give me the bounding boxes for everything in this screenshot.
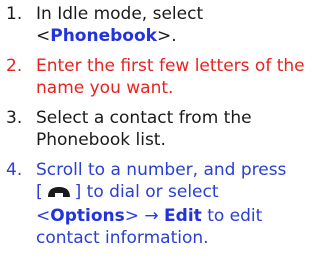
step-3: 3. Select a contact from the Phonebook l… — [6, 107, 321, 151]
step-1: 1. In Idle mode, select <Phonebook>. — [6, 3, 321, 47]
step-text-part1: Scroll to a number, and press — [36, 160, 287, 180]
call-key-icon — [47, 183, 71, 205]
step-number: 2. — [6, 56, 23, 76]
step-text-after: >. — [156, 26, 177, 46]
instruction-list: 1. In Idle mode, select <Phonebook>. 2. … — [6, 3, 321, 257]
phonebook-keyword: Phonebook — [50, 26, 157, 46]
bracket-open: [ — [36, 182, 43, 202]
step-text: Select a contact from the Phonebook list… — [36, 108, 252, 150]
arrow-text: > → — [124, 206, 159, 226]
step-number: 4. — [6, 160, 23, 180]
options-keyword: Options — [50, 206, 125, 226]
step-2: 2. Enter the first few letters of the na… — [6, 55, 321, 99]
step-text: In Idle mode, select <Phonebook>. — [36, 3, 321, 47]
edit-keyword: Edit — [164, 206, 202, 226]
step-text: Scroll to a number, and press[ ] to dial … — [36, 159, 321, 249]
bracket-close-text: ] to dial or select — [74, 182, 219, 202]
step-4: 4. Scroll to a number, and press[ ] to di… — [6, 159, 321, 249]
step-number: 1. — [6, 4, 23, 24]
step-text: Enter the first few letters of the name … — [36, 56, 305, 98]
step-number: 3. — [6, 108, 23, 128]
lt-symbol: < — [36, 206, 51, 226]
